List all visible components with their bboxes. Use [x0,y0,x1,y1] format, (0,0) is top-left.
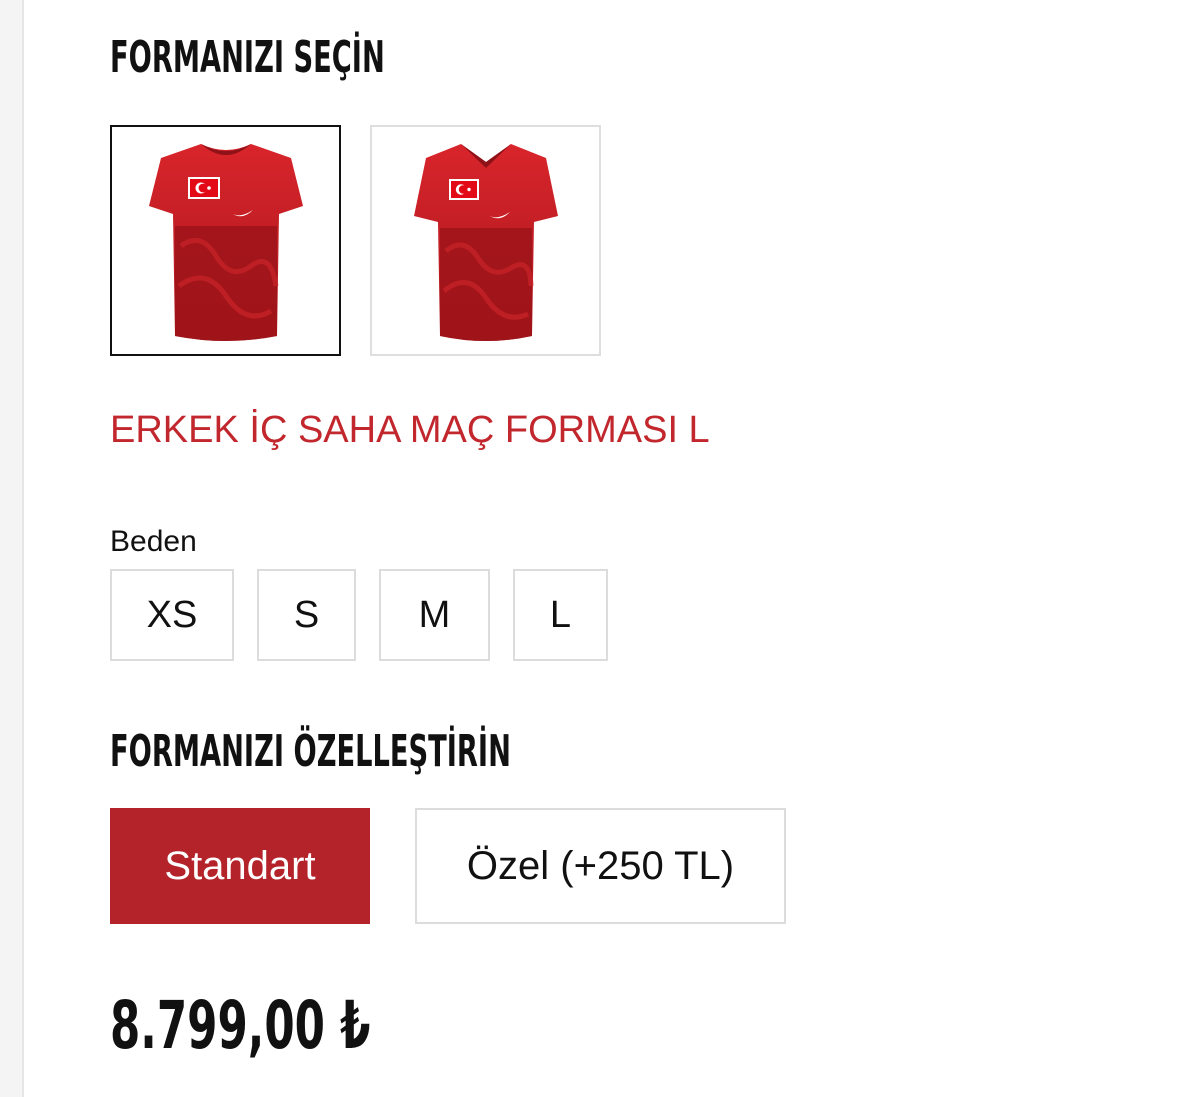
jersey-thumbnail-1[interactable] [110,125,341,356]
jersey-icon [148,143,303,341]
select-jersey-heading: FORMANIZI SEÇİN [110,32,385,83]
product-title: ERKEK İÇ SAHA MAÇ FORMASI L [110,409,710,451]
custom-option-button[interactable]: Özel (+250 TL) [415,808,786,924]
left-edge-rule [0,0,24,1097]
jersey-thumbnail-2[interactable] [370,125,601,356]
customize-jersey-heading: FORMANIZI ÖZELLEŞTİRİN [110,726,511,777]
standard-option-button[interactable]: Standart [110,808,370,924]
size-option-l[interactable]: L [513,569,608,661]
size-label: Beden [110,525,197,558]
price: 8.799,00 ₺ [110,987,371,1064]
jersey-icon [413,143,558,341]
size-option-xs[interactable]: XS [110,569,234,661]
size-option-s[interactable]: S [257,569,356,661]
size-option-m[interactable]: M [379,569,490,661]
